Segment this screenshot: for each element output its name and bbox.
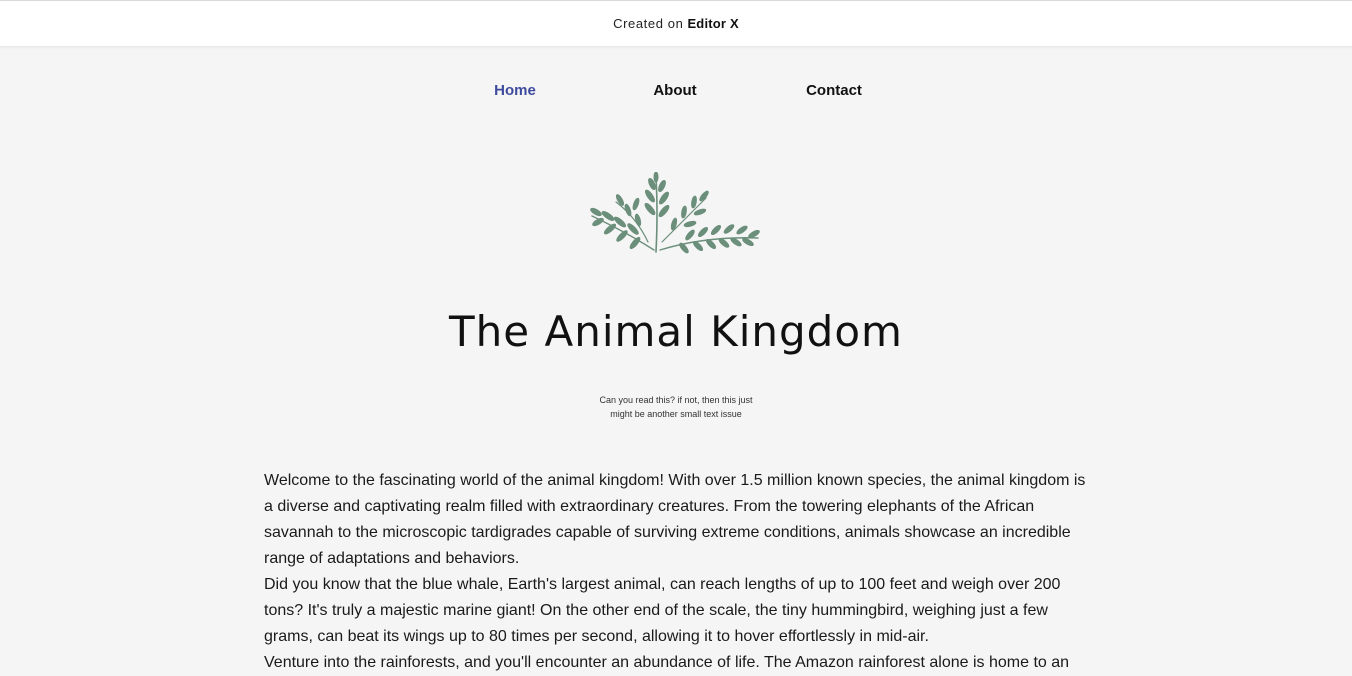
banner-brand[interactable]: Editor X [687, 16, 738, 31]
nav-item-home[interactable]: Home [435, 80, 595, 102]
paragraph-1: Welcome to the fascinating world of the … [264, 472, 1086, 567]
editor-x-banner[interactable]: Created on Editor X [0, 0, 1352, 46]
article-body: Welcome to the fascinating world of the … [264, 468, 1088, 676]
subtitle-line-2: might be another small text issue [610, 409, 742, 419]
leaf-branch-icon [586, 171, 762, 258]
main-nav: Home About Contact [0, 80, 1352, 104]
page-title: The Animal Kingdom [449, 307, 903, 356]
paragraph-2: Did you know that the blue whale, Earth'… [264, 576, 1061, 645]
banner-prefix: Created on [613, 16, 684, 31]
nav-item-about[interactable]: About [595, 80, 755, 102]
nav-item-contact[interactable]: Contact [754, 80, 914, 102]
subtitle-line-1: Can you read this? if not, then this jus… [599, 395, 753, 405]
subtitle-small-text: Can you read this? if not, then this jus… [566, 393, 786, 421]
paragraph-3: Venture into the rainforests, and you'll… [264, 654, 1070, 671]
